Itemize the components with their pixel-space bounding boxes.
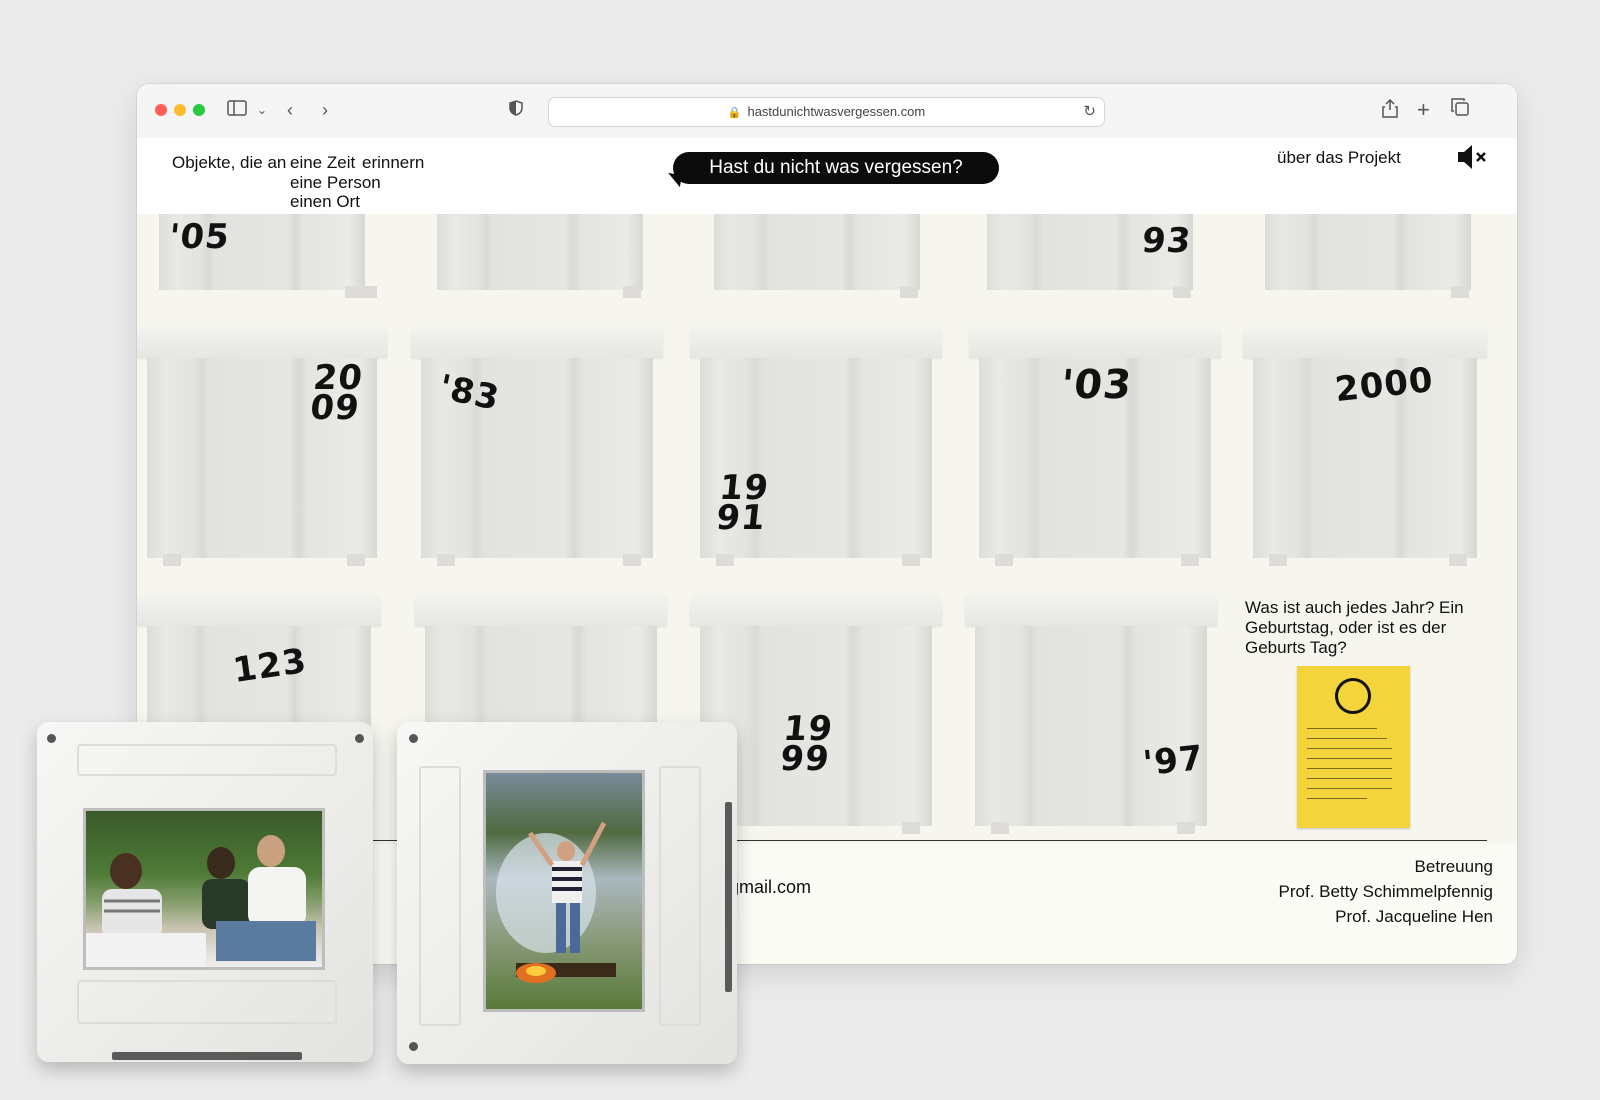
zoom-window-button[interactable]: [193, 104, 205, 116]
drawer[interactable]: 2000: [1243, 328, 1487, 566]
address-bar[interactable]: 🔒 hastdunichtwasvergessen.com ↻: [548, 97, 1105, 127]
drawer-year-label: '05: [166, 217, 232, 257]
tagline-suffix: erinnern: [362, 153, 425, 172]
drawer[interactable]: [1255, 214, 1481, 298]
drawer[interactable]: '03: [969, 328, 1221, 566]
drawer-year-label: '97: [1141, 737, 1206, 785]
drawer-year-label: 19 99: [778, 709, 836, 779]
drawer-year-label: 123: [230, 641, 310, 691]
share-icon[interactable]: [1382, 98, 1398, 124]
about-link[interactable]: über das Projekt: [1277, 148, 1401, 168]
smiley-stamp-icon: [1335, 678, 1371, 714]
slide-frame-landscape: [37, 722, 373, 1062]
sidebar-icon[interactable]: [227, 98, 247, 122]
contact-email[interactable]: gmail.com: [729, 877, 811, 898]
drawer-year-label: '83: [435, 367, 504, 419]
tabs-icon[interactable]: [1451, 98, 1469, 122]
slide-photo-people: [83, 808, 325, 970]
lock-icon: 🔒: [727, 107, 742, 119]
drawer-year-label: 2000: [1333, 359, 1436, 411]
credits: Betreuung Prof. Betty Schimmelpfennig Pr…: [1279, 854, 1493, 929]
drawer-year-label: '03: [1058, 362, 1135, 408]
minimize-window-button[interactable]: [174, 104, 186, 116]
slide-frame-portrait: [397, 722, 737, 1064]
slide-photo-man-fire: [483, 770, 645, 1012]
drawer[interactable]: 19 91: [690, 328, 942, 566]
tagline-option-time[interactable]: eine Zeit: [290, 153, 355, 173]
back-icon[interactable]: ‹: [287, 98, 293, 122]
birthday-question: Was ist auch jedes Jahr? Ein Geburtstag,…: [1245, 598, 1464, 657]
reload-icon[interactable]: ↻: [1083, 98, 1096, 126]
credits-name: Prof. Jacqueline Hen: [1335, 907, 1493, 926]
drawer[interactable]: [704, 214, 930, 298]
chevron-down-icon[interactable]: ⌄: [257, 98, 267, 122]
browser-toolbar: ⌄ ‹ › 🔒 hastdunichtwasvergessen.com ↻ +: [137, 84, 1517, 139]
speaker-mute-icon[interactable]: [1455, 142, 1491, 172]
tagline-prefix: Objekte, die an: [172, 153, 287, 172]
drawer[interactable]: 93: [977, 214, 1203, 298]
tagline-option-place[interactable]: einen Ort: [290, 192, 360, 212]
credits-name: Prof. Betty Schimmelpfennig: [1278, 882, 1493, 901]
new-tab-icon[interactable]: +: [1417, 98, 1430, 122]
close-window-button[interactable]: [155, 104, 167, 116]
site-title: Hast du nicht was vergessen?: [673, 152, 999, 184]
drawer-year-label: 93: [1139, 221, 1194, 261]
credits-title: Betreuung: [1414, 857, 1493, 876]
drawer[interactable]: '97: [965, 596, 1217, 834]
yellow-record-card[interactable]: [1297, 666, 1410, 828]
drawer[interactable]: '05: [149, 214, 377, 298]
drawer-year-label: 20 09: [308, 358, 366, 428]
drawer[interactable]: 20 09: [137, 328, 387, 566]
tagline-option-person[interactable]: eine Person: [290, 173, 381, 193]
url-text: hastdunichtwasvergessen.com: [747, 104, 926, 119]
site-header: Objekte, die an eine Zeit erinnern eine …: [137, 138, 1517, 844]
drawer-year-label: 19 91: [714, 468, 772, 538]
forward-icon[interactable]: ›: [322, 98, 328, 122]
drawer[interactable]: '83: [411, 328, 663, 566]
shield-icon[interactable]: [509, 98, 523, 122]
drawer[interactable]: [427, 214, 653, 298]
